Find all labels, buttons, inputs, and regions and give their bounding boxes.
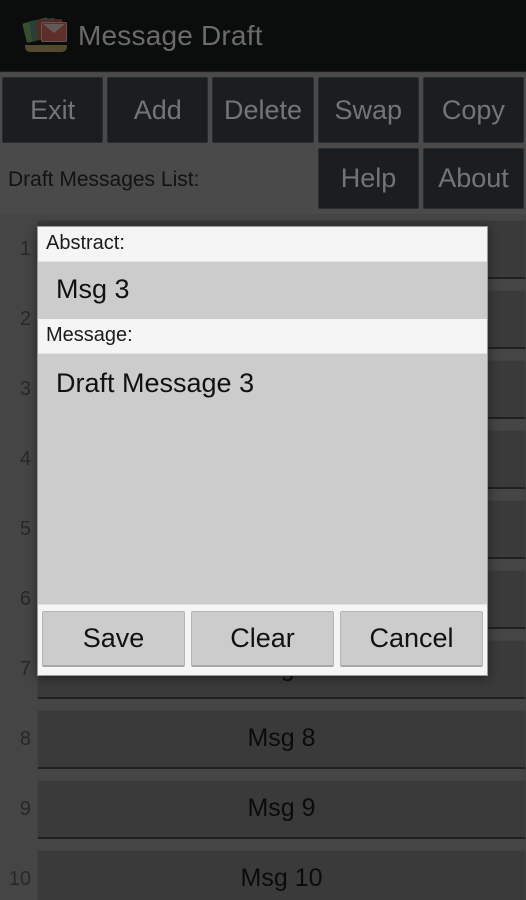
row-number: 4 [19, 447, 31, 470]
exit-button[interactable]: Exit [2, 77, 104, 143]
row-number: 9 [19, 797, 31, 820]
message-label: Message: [38, 319, 487, 354]
list-item[interactable]: 10 Msg 10 [0, 844, 526, 900]
about-button[interactable]: About [423, 148, 524, 209]
draft-messages-list-label: Draft Messages List: [8, 168, 200, 191]
row-number: 5 [19, 517, 31, 540]
dialog-button-bar: Save Clear Cancel [38, 604, 487, 675]
row-number: 3 [19, 377, 31, 400]
row-number: 10 [8, 867, 31, 890]
abstract-label: Abstract: [38, 227, 487, 262]
cancel-button[interactable]: Cancel [340, 611, 483, 667]
abstract-input[interactable]: Msg 3 [38, 262, 487, 319]
page-title: Message Draft [78, 19, 263, 51]
clear-button[interactable]: Clear [191, 611, 334, 667]
message-textarea[interactable]: Draft Message 3 [38, 354, 487, 604]
row-number: 6 [19, 587, 31, 610]
message-stack-icon [22, 16, 68, 56]
row-number: 8 [19, 727, 31, 750]
row-number: 7 [19, 657, 31, 680]
draft-message-button[interactable]: Msg 9 [37, 779, 526, 839]
row-number: 1 [19, 237, 31, 260]
copy-button[interactable]: Copy [422, 77, 525, 143]
app-screen: Message Draft Exit Add Delete Swap Copy … [0, 0, 526, 900]
list-header-bar: Draft Messages List: Help About [0, 146, 526, 214]
main-toolbar: Exit Add Delete Swap Copy [0, 73, 526, 146]
swap-button[interactable]: Swap [317, 77, 419, 143]
draft-message-button[interactable]: Msg 8 [37, 709, 526, 769]
row-number: 2 [19, 307, 31, 330]
title-bar: Message Draft [0, 0, 526, 72]
add-button[interactable]: Add [107, 77, 209, 143]
secondary-buttons: Help About [318, 146, 524, 214]
save-button[interactable]: Save [42, 611, 185, 667]
list-item[interactable]: 9 Msg 9 [0, 774, 526, 844]
delete-button[interactable]: Delete [212, 77, 314, 143]
list-item[interactable]: 8 Msg 8 [0, 704, 526, 774]
message-edit-dialog: Abstract: Msg 3 Message: Draft Message 3… [37, 226, 488, 676]
help-button[interactable]: Help [318, 148, 419, 209]
draft-message-button[interactable]: Msg 10 [37, 849, 526, 900]
